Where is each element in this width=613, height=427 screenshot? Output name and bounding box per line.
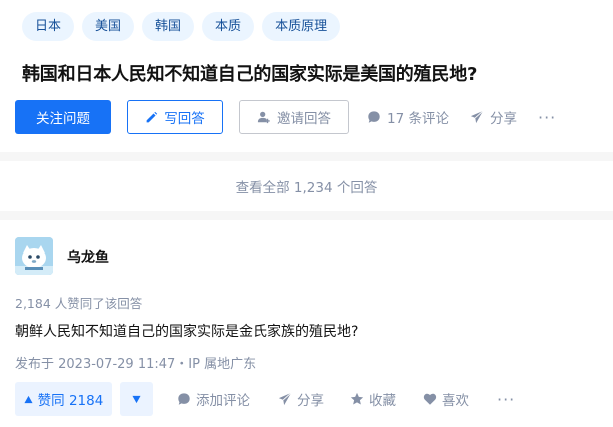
answer-card: 乌龙鱼 2,184 人赞同了该回答 朝鲜人民知不知道自己的国家实际是金氏家族的殖… <box>0 220 613 427</box>
avatar-image <box>15 237 53 275</box>
topic-tag[interactable]: 美国 <box>82 12 135 41</box>
question-actions: 关注问题 写回答 邀请回答 17 条评论 分享 ··· <box>15 100 605 136</box>
comment-bubble-icon <box>177 392 191 406</box>
triangle-up-icon <box>24 395 33 404</box>
more-dots-icon: ··· <box>538 107 557 127</box>
vote-down-button[interactable] <box>120 382 153 416</box>
author-name[interactable]: 乌龙鱼 <box>67 247 109 267</box>
answer-more-button[interactable]: ··· <box>497 382 515 416</box>
question-share-label: 分享 <box>490 111 517 127</box>
answer-share-label: 分享 <box>297 393 324 409</box>
triangle-down-icon <box>132 395 141 404</box>
write-answer-label: 写回答 <box>164 111 205 127</box>
view-all-answers-link[interactable]: 查看全部 1,234 个回答 <box>0 161 613 211</box>
avatar[interactable] <box>15 237 53 275</box>
topic-tag[interactable]: 日本 <box>22 12 75 41</box>
invite-answer-button[interactable]: 邀请回答 <box>239 100 349 134</box>
publish-time[interactable]: 发布于 2023-07-29 11:47・IP 属地广东 <box>15 353 256 372</box>
like-button[interactable]: 喜欢 <box>423 382 469 416</box>
question-title: 韩国和日本人民知不知道自己的国家实际是美国的殖民地? <box>22 64 478 85</box>
question-comments-button[interactable]: 17 条评论 <box>367 100 449 134</box>
answer-share-button[interactable]: 分享 <box>278 382 324 416</box>
invite-user-icon <box>257 110 271 124</box>
add-comment-button[interactable]: 添加评论 <box>177 382 250 416</box>
vote-summary: 2,184 人赞同了该回答 <box>15 296 143 311</box>
like-label: 喜欢 <box>442 393 469 409</box>
question-card: 日本 美国 韩国 本质 本质原理 韩国和日本人民知不知道自己的国家实际是美国的殖… <box>0 0 613 152</box>
heart-icon <box>423 392 437 406</box>
follow-question-button[interactable]: 关注问题 <box>15 100 111 134</box>
topic-tag[interactable]: 韩国 <box>142 12 195 41</box>
topic-tag[interactable]: 本质 <box>202 12 255 41</box>
share-plane-icon <box>278 392 292 406</box>
topic-tag[interactable]: 本质原理 <box>262 12 341 41</box>
pencil-icon <box>145 111 158 124</box>
vote-up-button[interactable]: 赞同 2184 <box>15 382 112 416</box>
topic-tags: 日本 美国 韩国 本质 本质原理 <box>22 12 341 41</box>
vote-up-label: 赞同 2184 <box>37 393 104 409</box>
share-plane-icon <box>470 110 484 124</box>
question-more-button[interactable]: ··· <box>538 100 556 134</box>
invite-answer-label: 邀请回答 <box>277 111 331 127</box>
follow-question-label: 关注问题 <box>36 111 90 127</box>
collect-label: 收藏 <box>369 393 396 409</box>
question-comments-label: 17 条评论 <box>387 111 449 127</box>
question-share-button[interactable]: 分享 <box>470 100 517 134</box>
add-comment-label: 添加评论 <box>196 393 250 409</box>
star-icon <box>350 392 364 406</box>
comment-bubble-icon <box>367 110 381 124</box>
more-dots-icon: ··· <box>497 389 516 409</box>
collect-button[interactable]: 收藏 <box>350 382 396 416</box>
write-answer-button[interactable]: 写回答 <box>127 100 223 134</box>
answer-actions: 赞同 2184 添加评论 分享 收藏 喜欢 ··· <box>15 382 605 416</box>
view-all-answers-card: 查看全部 1,234 个回答 <box>0 161 613 211</box>
answer-content: 朝鲜人民知不知道自己的国家实际是金氏家族的殖民地? <box>15 324 359 340</box>
